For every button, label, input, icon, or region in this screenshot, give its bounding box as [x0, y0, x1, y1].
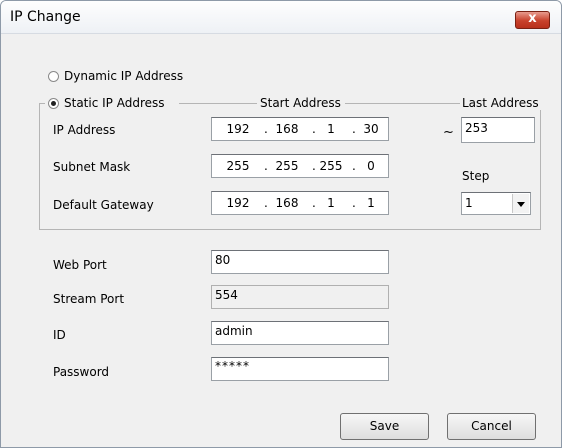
step-label: Step	[462, 169, 490, 183]
range-tilde: ~	[443, 125, 454, 140]
ip-octet-3[interactable]: 1	[316, 122, 346, 136]
ip-dot: .	[264, 122, 268, 136]
web-port-value: 80	[215, 253, 231, 267]
static-ip-option[interactable]: Static IP Address	[48, 95, 165, 111]
gateway-octet-3[interactable]: 1	[316, 196, 346, 210]
password-label: Password	[53, 365, 110, 379]
last-address-value: 253	[465, 121, 488, 135]
dialog-title: IP Change	[10, 9, 81, 25]
dynamic-ip-label: Dynamic IP Address	[64, 69, 184, 83]
static-ip-label: Static IP Address	[64, 96, 165, 110]
subnet-octet-4[interactable]: 0	[356, 159, 386, 173]
title-bar: IP Change x	[1, 1, 561, 34]
chevron-down-icon[interactable]	[512, 194, 529, 213]
cancel-button[interactable]: Cancel	[447, 413, 536, 440]
ip-octet-1[interactable]: 192	[223, 122, 253, 136]
subnet-octet-1[interactable]: 255	[223, 159, 253, 173]
ip-octet-2[interactable]: 168	[272, 122, 302, 136]
ip-dot: .	[264, 196, 268, 210]
close-button[interactable]: x	[515, 11, 550, 29]
step-value: 1	[465, 196, 473, 210]
ip-address-input[interactable]: 192 . 168 . 1 . 30	[211, 117, 389, 141]
web-port-label: Web Port	[53, 258, 107, 272]
ip-octet-4[interactable]: 30	[356, 122, 386, 136]
id-label: ID	[53, 328, 66, 342]
web-port-input[interactable]: 80	[211, 250, 389, 274]
subnet-octet-2[interactable]: 255	[272, 159, 302, 173]
start-address-header: Start Address	[260, 96, 341, 110]
id-value: admin	[215, 324, 253, 338]
dynamic-ip-radio[interactable]	[48, 70, 59, 82]
stream-port-input: 554	[211, 285, 389, 309]
stream-port-value: 554	[215, 288, 238, 302]
password-input[interactable]: *****	[211, 357, 389, 381]
step-select[interactable]: 1	[461, 192, 531, 215]
ip-change-dialog: IP Change x Dynamic IP Address Static IP…	[0, 0, 562, 448]
subnet-mask-label: Subnet Mask	[53, 160, 131, 174]
gateway-octet-2[interactable]: 168	[272, 196, 302, 210]
ip-dot: .	[264, 159, 268, 173]
id-input[interactable]: admin	[211, 321, 389, 345]
gateway-octet-1[interactable]: 192	[223, 196, 253, 210]
last-address-header: Last Address	[462, 96, 539, 110]
close-icon: x	[528, 11, 537, 26]
gateway-octet-4[interactable]: 1	[356, 196, 386, 210]
static-ip-radio[interactable]	[48, 97, 59, 109]
default-gateway-label: Default Gateway	[53, 198, 154, 212]
stream-port-label: Stream Port	[53, 292, 125, 306]
last-address-input[interactable]: 253	[461, 117, 535, 143]
password-value: *****	[215, 359, 250, 373]
ip-address-label: IP Address	[53, 123, 116, 137]
subnet-octet-3[interactable]: 255	[316, 159, 346, 173]
default-gateway-input[interactable]: 192 . 168 . 1 . 1	[211, 191, 389, 215]
dynamic-ip-option[interactable]: Dynamic IP Address	[48, 68, 183, 84]
subnet-mask-input[interactable]: 255 . 255 . 255 . 0	[211, 154, 389, 178]
save-button[interactable]: Save	[340, 413, 429, 440]
